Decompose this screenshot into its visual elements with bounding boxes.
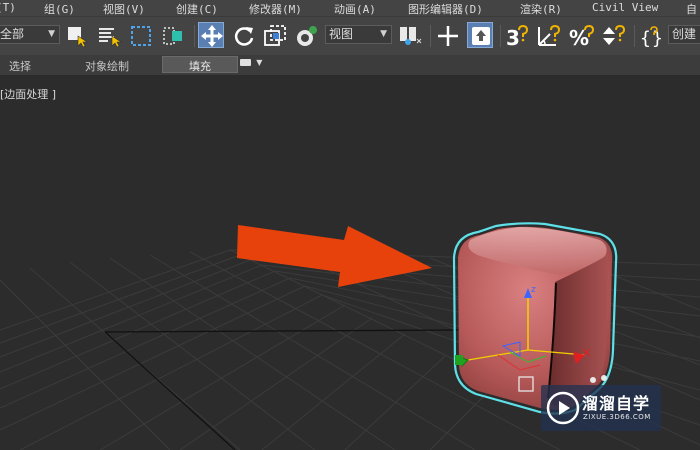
spinner-snap-button[interactable] xyxy=(600,23,626,49)
tab-object-paint[interactable]: 对象绘制 xyxy=(85,58,129,74)
percent-snap-icon: % xyxy=(569,24,594,49)
place-icon xyxy=(297,26,317,46)
play-logo-icon xyxy=(546,391,580,425)
menu-bar: (T) 组(G) 视图(V) 创建(C) 修改器(M) 动画(A) 图形编辑器(… xyxy=(0,0,700,16)
manipulate-icon xyxy=(438,26,458,46)
chevron-down-icon: ▼ xyxy=(48,29,55,39)
grid-center-lines xyxy=(104,329,461,450)
window-crossing-button[interactable] xyxy=(160,23,186,49)
ribbon-tabs: 选择 对象绘制 填充 ▼ xyxy=(0,55,700,75)
menu-customize[interactable]: 自 xyxy=(686,1,697,17)
menu-graph-editors[interactable]: 图形编辑器(D) xyxy=(408,1,483,17)
rotate-icon xyxy=(234,27,254,46)
menu-create[interactable]: 创建(C) xyxy=(176,1,218,17)
tab-selection[interactable]: 选择 xyxy=(9,58,31,74)
watermark-url: ZIXUE.3D66.COM xyxy=(583,413,651,421)
rectangle-selection-icon xyxy=(131,26,151,46)
shortcut-override-icon xyxy=(472,27,490,45)
select-by-name-icon xyxy=(99,28,122,48)
select-place-button[interactable] xyxy=(294,23,320,49)
move-icon xyxy=(201,25,223,47)
percent-snap-button[interactable]: % xyxy=(568,23,594,49)
edit-named-selection-button[interactable]: { } xyxy=(638,23,664,49)
toolbar-separator xyxy=(430,25,431,47)
toolbar-separator xyxy=(500,25,501,47)
menu-tools[interactable]: (T) xyxy=(0,1,16,14)
select-scale-button[interactable] xyxy=(262,23,288,49)
scale-icon xyxy=(264,25,286,46)
gizmo-axis-label: z xyxy=(531,285,536,295)
menu-rendering[interactable]: 渲染(R) xyxy=(520,1,562,17)
select-by-name-button[interactable] xyxy=(96,23,122,49)
chevron-down-icon: ▼ xyxy=(380,29,387,39)
select-rotate-button[interactable] xyxy=(231,23,257,49)
orange-arrow-annotation xyxy=(237,225,432,287)
angle-snap-button[interactable] xyxy=(536,23,562,49)
select-object-icon xyxy=(68,27,88,48)
select-manipulate-button[interactable] xyxy=(435,23,461,49)
perspective-viewport[interactable]: [边面处理 ] z 溜溜自学 ZIXUE.3D66.COM xyxy=(0,76,700,450)
svg-text:%: % xyxy=(569,26,589,49)
pivot-point-button[interactable] xyxy=(396,23,422,49)
selection-filter-dropdown[interactable]: 全部 ▼ xyxy=(0,25,60,44)
chevron-down-icon: ▼ xyxy=(256,58,263,67)
rectangular-selection-button[interactable] xyxy=(128,23,154,49)
menu-views[interactable]: 视图(V) xyxy=(103,1,145,17)
angle-snap-icon xyxy=(538,24,561,46)
ribbon-options-dropdown[interactable]: ▼ xyxy=(240,57,262,68)
select-object-button[interactable] xyxy=(64,23,90,49)
spinner-snap-icon xyxy=(603,24,626,45)
snaps-toggle-button[interactable]: 3 xyxy=(504,23,530,49)
menu-animation[interactable]: 动画(A) xyxy=(334,1,376,17)
watermark-badge: 溜溜自学 ZIXUE.3D66.COM xyxy=(541,385,661,431)
window-crossing-icon xyxy=(163,27,182,45)
selection-filter-value: 全部 xyxy=(0,27,25,41)
main-toolbar: 全部 ▼ 视图 ▼ 3 % {} 创建 xyxy=(0,16,700,56)
toolbar-separator xyxy=(194,25,195,47)
named-selection-icon: { } xyxy=(640,26,663,49)
menu-group[interactable]: 组(G) xyxy=(44,1,75,17)
tab-populate[interactable]: 填充 xyxy=(162,56,238,73)
menu-civil-view[interactable]: Civil View xyxy=(592,1,658,14)
named-selection-set-placeholder: 创建选 xyxy=(672,27,697,41)
named-selection-set-field[interactable]: 创建选 xyxy=(668,25,700,44)
svg-text:3: 3 xyxy=(506,26,520,49)
select-move-button[interactable] xyxy=(198,22,224,48)
reference-coordinate-dropdown[interactable]: 视图 ▼ xyxy=(325,25,392,44)
pivot-center-icon xyxy=(400,27,422,45)
watermark-title: 溜溜自学 xyxy=(582,394,651,413)
keyboard-shortcut-override-button[interactable] xyxy=(467,22,493,48)
snaps-3d-icon: 3 xyxy=(506,24,529,49)
svg-text:{: { xyxy=(640,28,651,49)
menu-modifiers[interactable]: 修改器(M) xyxy=(249,1,302,17)
toolbar-separator xyxy=(634,25,635,47)
reference-coordinate-value: 视图 xyxy=(329,27,354,41)
ribbon-options-icon xyxy=(240,58,251,66)
